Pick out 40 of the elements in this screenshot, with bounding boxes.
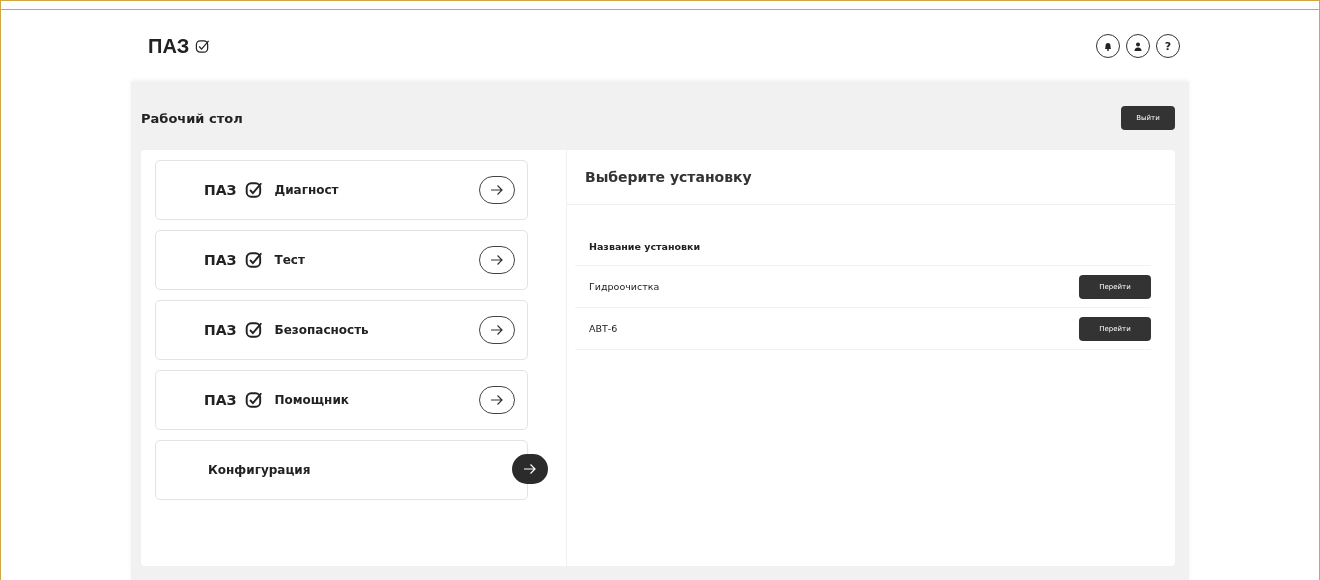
- arrow-button[interactable]: [479, 246, 515, 274]
- arrow-right-icon: [490, 324, 504, 336]
- user-icon: [1134, 41, 1142, 51]
- panel-title: Выберите установку: [567, 150, 1175, 205]
- arrow-button[interactable]: [479, 386, 515, 414]
- module-name: Диагност: [274, 183, 339, 197]
- module-prefix: ПАЗ: [204, 322, 237, 338]
- arrow-right-icon: [490, 184, 504, 196]
- checkbox-icon: [244, 391, 263, 409]
- checkbox-icon: [244, 251, 263, 269]
- module-name: Конфигурация: [208, 463, 311, 477]
- module-card[interactable]: ПАЗ Диагност: [155, 160, 528, 220]
- checkbox-icon: [195, 38, 211, 54]
- module-name: Безопасность: [274, 323, 369, 337]
- page-title: Рабочий стол: [141, 110, 243, 126]
- module-card[interactable]: ПАЗ Помощник: [155, 370, 528, 430]
- module-card[interactable]: ПАЗ Безопасность: [155, 300, 528, 360]
- arrow-right-icon: [523, 463, 537, 475]
- arrow-right-icon: [490, 394, 504, 406]
- module-prefix: ПАЗ: [204, 392, 237, 408]
- checkbox-icon: [244, 321, 263, 339]
- arrow-button[interactable]: [479, 176, 515, 204]
- column-header: Название установки: [575, 227, 1151, 266]
- help-button[interactable]: ?: [1156, 34, 1180, 58]
- module-name: Помощник: [274, 393, 349, 407]
- checkbox-icon: [244, 181, 263, 199]
- arrow-right-icon: [490, 254, 504, 266]
- logo-text: ПАЗ: [148, 34, 190, 58]
- arrow-button[interactable]: [512, 454, 548, 484]
- module-card[interactable]: ПАЗ Тест: [155, 230, 528, 290]
- table-cell: Гидроочистка: [589, 281, 660, 292]
- arrow-button[interactable]: [479, 316, 515, 344]
- notifications-button[interactable]: [1096, 34, 1120, 58]
- table-cell: АВТ-6: [589, 323, 618, 334]
- module-card[interactable]: Конфигурация: [155, 440, 528, 500]
- module-prefix: ПАЗ: [204, 182, 237, 198]
- module-prefix: ПАЗ: [204, 252, 237, 268]
- profile-button[interactable]: [1126, 34, 1150, 58]
- module-name: Тест: [274, 253, 305, 267]
- bell-icon: [1104, 41, 1112, 51]
